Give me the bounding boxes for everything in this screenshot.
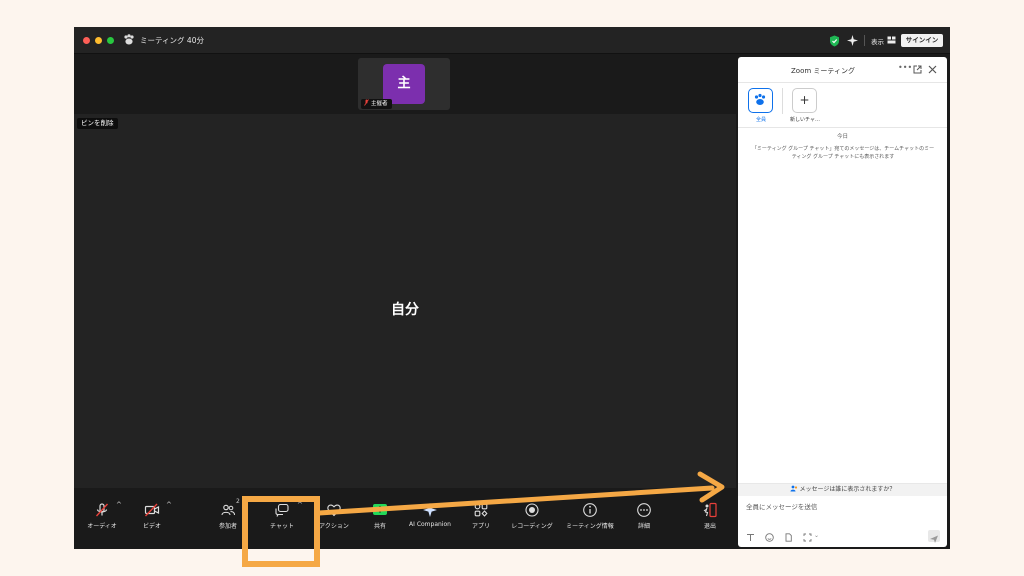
ai-sparkle-icon[interactable] <box>846 34 859 47</box>
close-window-button[interactable] <box>83 37 90 44</box>
chat-notice: 「ミーティング グループ チャット」宛てのメッセージは、チームチャットのミーティ… <box>751 146 935 160</box>
more-icon <box>637 503 651 517</box>
host-name-tag: 主催者 <box>361 99 392 109</box>
muted-mic-icon <box>364 99 369 106</box>
send-button[interactable] <box>928 530 940 543</box>
chat-options-caret[interactable]: ^ <box>297 501 303 509</box>
signin-button[interactable]: サインイン <box>901 34 943 47</box>
more-button[interactable]: 詳細 <box>616 497 672 530</box>
chat-header: Zoom ミーティング ••• <box>738 57 947 83</box>
who-can-see-text: メッセージは誰に表示されますか？ <box>799 486 896 493</box>
new-chat-button[interactable]: + <box>792 88 817 113</box>
text-format-icon[interactable] <box>746 533 755 542</box>
meeting-title: ミーティング 40分 <box>140 36 204 45</box>
unpin-button[interactable]: ピンを削除 <box>77 118 118 129</box>
paw-icon <box>754 93 766 105</box>
new-chat-label: 新しいチャ… <box>790 117 820 123</box>
record-label: レコーディング <box>511 523 553 530</box>
leave-button[interactable]: 退出 <box>682 497 738 530</box>
view-menu[interactable]: 表示 <box>871 36 884 46</box>
apps-button[interactable]: アプリ <box>453 497 509 530</box>
zoom-window-button[interactable] <box>107 37 114 44</box>
who-can-see-link[interactable]: メッセージは誰に表示されますか？ <box>738 483 947 496</box>
more-label: 詳細 <box>637 523 650 530</box>
send-icon <box>930 535 938 543</box>
share-screen-icon <box>373 504 387 515</box>
title-bar: ミーティング 40分 表示 サインイン <box>74 27 950 54</box>
leave-label: 退出 <box>703 523 716 530</box>
share-button[interactable]: 共有 <box>352 497 408 530</box>
chat-label: チャット <box>270 523 294 530</box>
main-video-tile[interactable]: ピンを削除 自分 自分 <box>74 114 736 513</box>
screenshot-icon[interactable] <box>803 533 812 542</box>
record-button[interactable]: レコーディング <box>504 497 560 530</box>
emoji-icon[interactable] <box>765 533 774 542</box>
chat-message-input[interactable]: 全員にメッセージを送信 <box>746 501 936 513</box>
chat-recipient-bar: 全員 + 新しいチャ… <box>738 84 947 128</box>
date-separator: 今日 <box>836 134 848 140</box>
ai-companion-button[interactable]: AI Companion <box>402 497 458 528</box>
video-stage: 主 主催者 ピンを削除 自分 自分 <box>74 55 738 513</box>
close-icon[interactable] <box>928 65 937 74</box>
meeting-toolbar: オーディオ ^ ビデオ ^ 参加者 2 チャット ^ アクション 共有 AI C… <box>74 489 738 549</box>
file-icon[interactable] <box>784 533 793 542</box>
recipient-divider <box>782 88 783 114</box>
record-icon <box>525 503 539 517</box>
meeting-info-button[interactable]: ミーティング情報 <box>562 497 618 530</box>
shield-icon[interactable] <box>829 35 840 47</box>
popout-icon[interactable] <box>913 65 922 74</box>
ai-companion-label: AI Companion <box>409 521 451 528</box>
participants-label: 参加者 <box>218 523 237 530</box>
zoom-window: ミーティング 40分 表示 サインイン 主 主催者 ピンを削除 自分 オーディオ… <box>74 27 950 549</box>
video-options-caret[interactable]: ^ <box>166 501 172 509</box>
grid-view-icon[interactable] <box>887 36 896 44</box>
chat-icon <box>275 503 289 517</box>
participants-button[interactable]: 参加者 <box>200 497 256 530</box>
audio-options-caret[interactable]: ^ <box>116 501 122 509</box>
participants-icon <box>221 504 235 516</box>
audio-label: オーディオ <box>87 523 117 530</box>
apps-icon <box>474 503 488 517</box>
self-display-name: 自分 <box>391 302 419 318</box>
info-icon <box>583 503 597 517</box>
chat-title: Zoom ミーティング <box>791 67 855 75</box>
recipient-everyone-button[interactable] <box>748 88 773 113</box>
paw-icon <box>124 34 134 45</box>
chat-panel: Zoom ミーティング ••• 全員 + 新しいチャ… 今日 「ミーティング グ… <box>738 57 947 547</box>
apps-label: アプリ <box>471 523 490 530</box>
leave-icon <box>703 502 717 518</box>
title-divider <box>864 35 865 46</box>
host-name: 主催者 <box>371 101 388 107</box>
heart-icon <box>327 504 341 517</box>
minimize-window-button[interactable] <box>95 37 102 44</box>
chat-more-button[interactable]: ••• <box>898 63 912 72</box>
share-label: 共有 <box>373 523 386 530</box>
video-label: ビデオ <box>142 523 161 530</box>
more-tools-caret[interactable]: ⌄ <box>814 532 819 539</box>
people-icon <box>790 485 797 492</box>
muted-mic-icon <box>95 503 109 517</box>
participants-count: 2 <box>236 498 240 505</box>
video-off-icon <box>144 503 160 517</box>
avatar: 主 <box>383 64 425 104</box>
recipient-everyone-label: 全員 <box>755 117 766 123</box>
meeting-info-label: ミーティング情報 <box>566 523 614 530</box>
sparkle-icon <box>423 503 437 517</box>
host-video-tile[interactable]: 主 主催者 <box>358 58 450 110</box>
